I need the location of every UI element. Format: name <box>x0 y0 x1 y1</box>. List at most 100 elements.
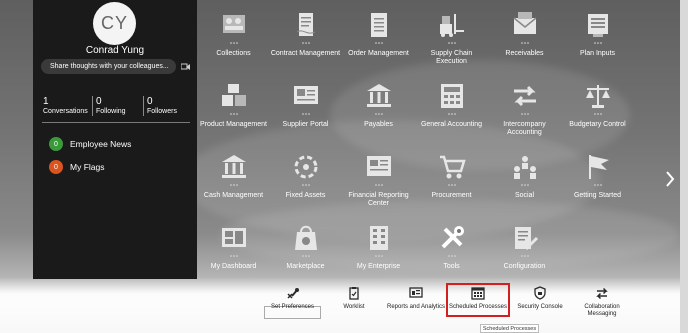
collaboration-messaging-icon <box>596 287 608 300</box>
tile-dots <box>302 255 310 257</box>
supply-chain-icon <box>440 14 464 37</box>
tile-cash-management[interactable]: Cash Management <box>197 148 270 218</box>
tile-dots <box>594 113 602 115</box>
my-dashboard-icon <box>222 228 246 247</box>
cash-management-icon <box>222 155 246 178</box>
tile-dots <box>375 255 383 257</box>
tile-label: Intercompany Accounting <box>503 121 546 136</box>
avatar[interactable]: CY <box>93 2 136 45</box>
tile-label: My Enterprise <box>356 263 401 270</box>
nav-label: Security Console <box>517 304 563 310</box>
plan-inputs-icon <box>588 14 608 37</box>
user-name: Conrad Yung <box>85 45 145 56</box>
tile-label: Tools <box>443 263 460 270</box>
nav-label: Set Preferences <box>270 304 315 310</box>
tile-configuration[interactable]: Configuration <box>488 219 561 289</box>
my-flags-label: My Flags <box>70 162 105 172</box>
contract-management-icon <box>296 13 316 36</box>
order-management-icon <box>371 13 387 37</box>
employee-news-label: Employee News <box>70 139 132 149</box>
tile-getting-started[interactable]: Getting Started <box>561 148 634 218</box>
tile-order-management[interactable]: Order Management <box>342 6 415 76</box>
tile-label: Cash Management <box>203 192 264 199</box>
tile-budgetary-control[interactable]: Budgetary Control <box>561 77 634 147</box>
tile-procurement[interactable]: Procurement <box>415 148 488 218</box>
tile-my-dashboard[interactable]: My Dashboard <box>197 219 270 289</box>
tile-social[interactable]: Social <box>488 148 561 218</box>
financial-reporting-icon <box>367 156 391 176</box>
tile-product-management[interactable]: Product Management <box>197 77 270 147</box>
my-flags-badge: 0 <box>49 160 63 174</box>
tile-collections[interactable]: Collections <box>197 6 270 76</box>
nav-scheduled-processes[interactable]: Scheduled Processes <box>446 286 510 311</box>
nav-reports-analytics[interactable]: Reports and Analytics <box>386 286 446 311</box>
stat-conversations[interactable]: 1 Conversations <box>42 96 92 116</box>
tooltip: Scheduled Processes <box>480 324 539 333</box>
tile-dots <box>521 42 529 44</box>
employee-news-badge: 0 <box>49 137 63 151</box>
social-icon <box>514 156 536 179</box>
tile-label: Financial Reporting Center <box>348 192 409 207</box>
getting-started-icon <box>589 155 609 179</box>
tile-dots <box>375 42 383 44</box>
tile-dots <box>448 113 456 115</box>
nav-label: Scheduled Processes <box>448 304 508 310</box>
tile-payables[interactable]: Payables <box>342 77 415 147</box>
tile-financial-reporting[interactable]: Financial Reporting Center <box>342 148 415 218</box>
tile-my-enterprise[interactable]: My Enterprise <box>342 219 415 289</box>
tile-label: General Accounting <box>420 121 483 128</box>
tools-icon <box>441 226 464 249</box>
tile-supply-chain[interactable]: Supply Chain Execution <box>415 6 488 76</box>
configuration-icon <box>515 227 539 251</box>
tile-fixed-assets[interactable]: Fixed Assets <box>269 148 342 218</box>
budgetary-control-icon <box>586 85 610 108</box>
tile-label: Contract Management <box>270 50 341 57</box>
tile-label: Social <box>514 192 535 199</box>
my-flags-link[interactable]: 0 My Flags <box>49 160 104 174</box>
tile-label: Marketplace <box>286 263 325 270</box>
tile-general-accounting[interactable]: General Accounting <box>415 77 488 147</box>
product-management-icon <box>222 84 246 106</box>
employee-news-link[interactable]: 0 Employee News <box>49 137 131 151</box>
tile-dots <box>230 255 238 257</box>
tile-tools[interactable]: Tools <box>415 219 488 289</box>
tile-label: Fixed Assets <box>285 192 326 199</box>
stat-followers[interactable]: 0 Followers <box>143 96 193 116</box>
my-enterprise-icon <box>370 226 388 250</box>
tile-dots <box>521 113 529 115</box>
nav-label: Reports and Analytics <box>386 304 446 310</box>
tile-dots <box>302 113 310 115</box>
nav-label: Collaboration Messaging <box>584 304 620 317</box>
tile-label: Procurement <box>431 192 472 199</box>
tile-label: Supply Chain Execution <box>430 50 473 65</box>
supplier-portal-icon <box>294 86 318 104</box>
share-icon[interactable] <box>181 63 191 71</box>
tile-plan-inputs[interactable]: Plan Inputs <box>561 6 634 76</box>
stat-following[interactable]: 0 Following <box>92 96 142 116</box>
tile-supplier-portal[interactable]: Supplier Portal <box>269 77 342 147</box>
nav-label: Worklist <box>343 304 365 310</box>
nav-set-preferences[interactable]: Set Preferences <box>264 286 321 311</box>
marketplace-icon <box>295 225 317 250</box>
tile-label: Supplier Portal <box>282 121 329 128</box>
collections-icon <box>223 15 245 33</box>
tile-label: Collections <box>216 50 251 57</box>
tile-label: Payables <box>364 121 393 128</box>
nav-worklist[interactable]: Worklist <box>334 286 374 311</box>
fixed-assets-icon <box>294 155 318 179</box>
tile-intercompany[interactable]: Intercompany Accounting <box>488 77 561 147</box>
tile-marketplace[interactable]: Marketplace <box>269 219 342 289</box>
nav-collaboration-messaging[interactable]: Collaboration Messaging <box>575 286 629 317</box>
tile-dots <box>302 42 310 44</box>
chevron-right-icon[interactable] <box>665 170 675 188</box>
tile-dots <box>375 113 383 115</box>
tile-contract-management[interactable]: Contract Management <box>269 6 342 76</box>
tile-dots <box>302 184 310 186</box>
worklist-icon <box>349 287 359 300</box>
tile-receivables[interactable]: Receivables <box>488 6 561 76</box>
share-thoughts-input[interactable]: Share thoughts with your colleagues... <box>41 59 176 74</box>
tile-label: Plan Inputs <box>579 50 616 57</box>
tile-label: Receivables <box>505 50 544 57</box>
nav-security-console[interactable]: Security Console <box>515 286 565 311</box>
tile-dots <box>521 184 529 186</box>
